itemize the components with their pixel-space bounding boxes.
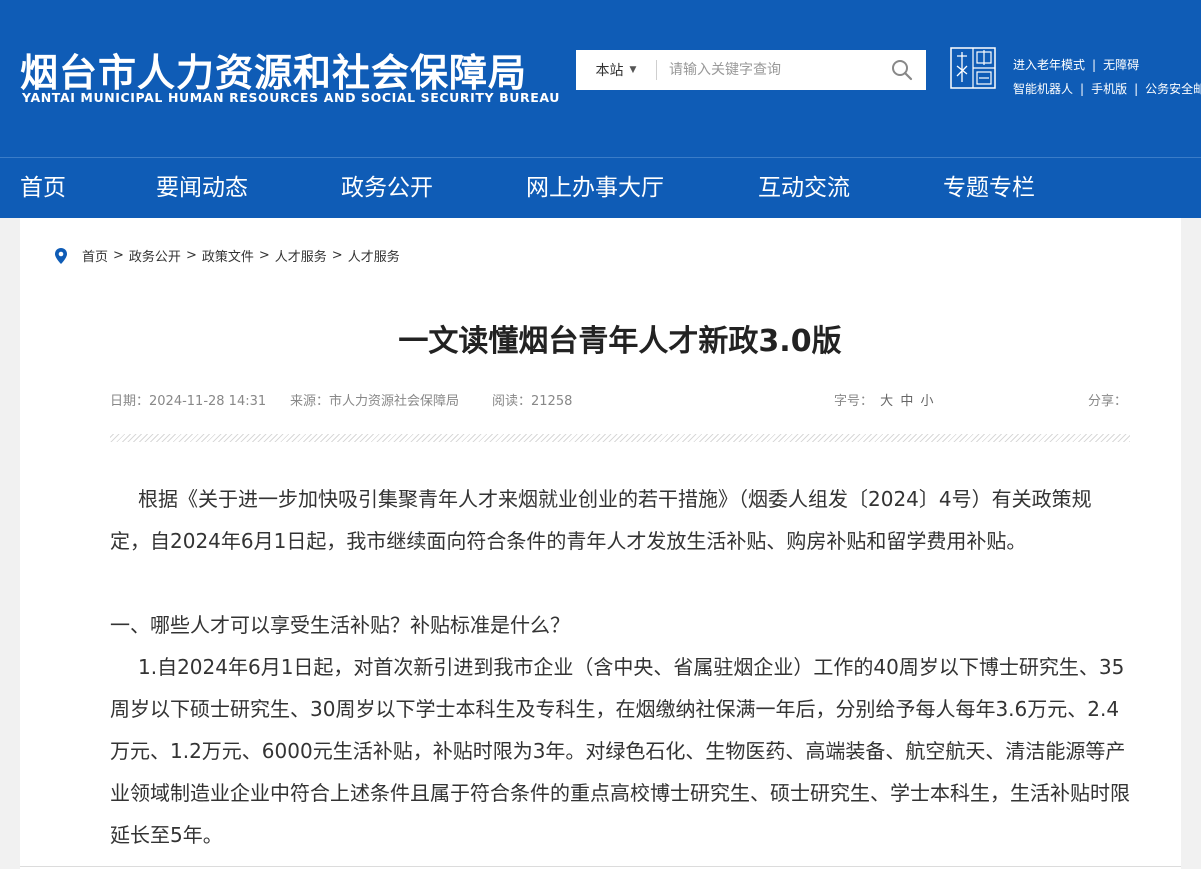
breadcrumb-separator: >	[185, 248, 197, 263]
site-header: 烟台市人力资源和社会保障局 YANTAI MUNICIPAL HUMAN RES…	[0, 0, 1201, 157]
breadcrumb: 首页 > 政务公开 > 政策文件 > 人才服务 > 人才服务	[54, 246, 400, 265]
article-meta: 日期：2024-11-28 14:31 来源：市人力资源社会保障局 阅读：212…	[110, 390, 1130, 409]
article-paragraph: 根据《关于进一步加快吸引集聚青年人才来烟就业创业的若干措施》（烟委人组发〔202…	[110, 487, 1092, 553]
location-pin-icon	[55, 247, 67, 264]
article-title: 一文读懂烟台青年人才新政3.0版	[398, 324, 842, 359]
breadcrumb-separator: >	[331, 248, 343, 263]
quick-links: 进入老年模式 | 无障碍 智能机器人 | 手机版 | 公务安全邮	[1013, 53, 1201, 101]
font-size-medium-button[interactable]: 中	[900, 394, 913, 409]
search-scope-select[interactable]: 本站 ▼	[576, 50, 656, 90]
site-title[interactable]: 烟台市人力资源和社会保障局	[20, 42, 527, 97]
article-date: 日期：2024-11-28 14:31	[110, 394, 267, 409]
seal-graphic	[950, 47, 996, 89]
accessibility-link[interactable]: 无障碍	[1103, 53, 1139, 77]
article-paragraph: 1.自2024年6月1日起，对首次新引进到我市企业（含中央、省属驻烟企业）工作的…	[110, 655, 1130, 847]
nav-item-topics[interactable]: 专题专栏	[943, 158, 1035, 219]
search-box: 本站 ▼	[576, 50, 926, 90]
font-size-large-button[interactable]: 大	[880, 394, 893, 409]
article-section-heading: 一、哪些人才可以享受生活补贴？补贴标准是什么？	[110, 613, 570, 637]
font-size-control: 字号： 大 中 小	[834, 390, 933, 409]
breadcrumb-home[interactable]: 首页	[82, 246, 108, 265]
font-size-label: 字号：	[834, 394, 874, 409]
breadcrumb-separator: >	[258, 248, 270, 263]
font-size-small-button[interactable]: 小	[920, 394, 933, 409]
page-gutter-left	[0, 218, 20, 869]
divider: |	[1080, 82, 1085, 96]
official-email-link[interactable]: 公务安全邮	[1145, 77, 1201, 101]
article-source: 来源：市人力资源社会保障局	[290, 394, 460, 409]
divider	[20, 866, 1181, 867]
site-subtitle: YANTAI MUNICIPAL HUMAN RESOURCES AND SOC…	[22, 90, 560, 105]
mobile-version-link[interactable]: 手机版	[1091, 77, 1127, 101]
search-icon	[892, 60, 913, 81]
elder-mode-link[interactable]: 进入老年模式	[1013, 53, 1085, 77]
article-views: 阅读：21258	[492, 394, 573, 409]
nav-item-interaction[interactable]: 互动交流	[758, 158, 850, 219]
breadcrumb-talent-services[interactable]: 人才服务	[275, 246, 327, 265]
breadcrumb-gov-affairs[interactable]: 政务公开	[129, 246, 181, 265]
search-input[interactable]	[657, 50, 878, 90]
divider	[110, 434, 1130, 442]
nav-item-news[interactable]: 要闻动态	[156, 158, 248, 219]
search-button[interactable]	[878, 50, 926, 90]
nav-item-gov-affairs[interactable]: 政务公开	[341, 158, 433, 219]
divider: |	[1092, 58, 1097, 72]
nav-item-home[interactable]: 首页	[20, 158, 66, 219]
article-body: 根据《关于进一步加快吸引集聚青年人才来烟就业创业的若干措施》（烟委人组发〔202…	[110, 478, 1130, 856]
divider: |	[1134, 82, 1139, 96]
share-label: 分享：	[1088, 394, 1128, 409]
breadcrumb-policy-docs[interactable]: 政策文件	[202, 246, 254, 265]
chatbot-link[interactable]: 智能机器人	[1013, 77, 1073, 101]
main-nav: 首页 要闻动态 政务公开 网上办事大厅 互动交流 专题专栏	[0, 157, 1201, 218]
breadcrumb-separator: >	[113, 248, 124, 263]
chevron-down-icon: ▼	[629, 65, 637, 75]
search-scope-label: 本站	[595, 63, 624, 79]
nav-item-online-services[interactable]: 网上办事大厅	[526, 158, 664, 219]
page-gutter-right	[1181, 218, 1201, 869]
city-seal-logo	[949, 46, 997, 100]
breadcrumb-talent-services-current[interactable]: 人才服务	[348, 246, 400, 265]
